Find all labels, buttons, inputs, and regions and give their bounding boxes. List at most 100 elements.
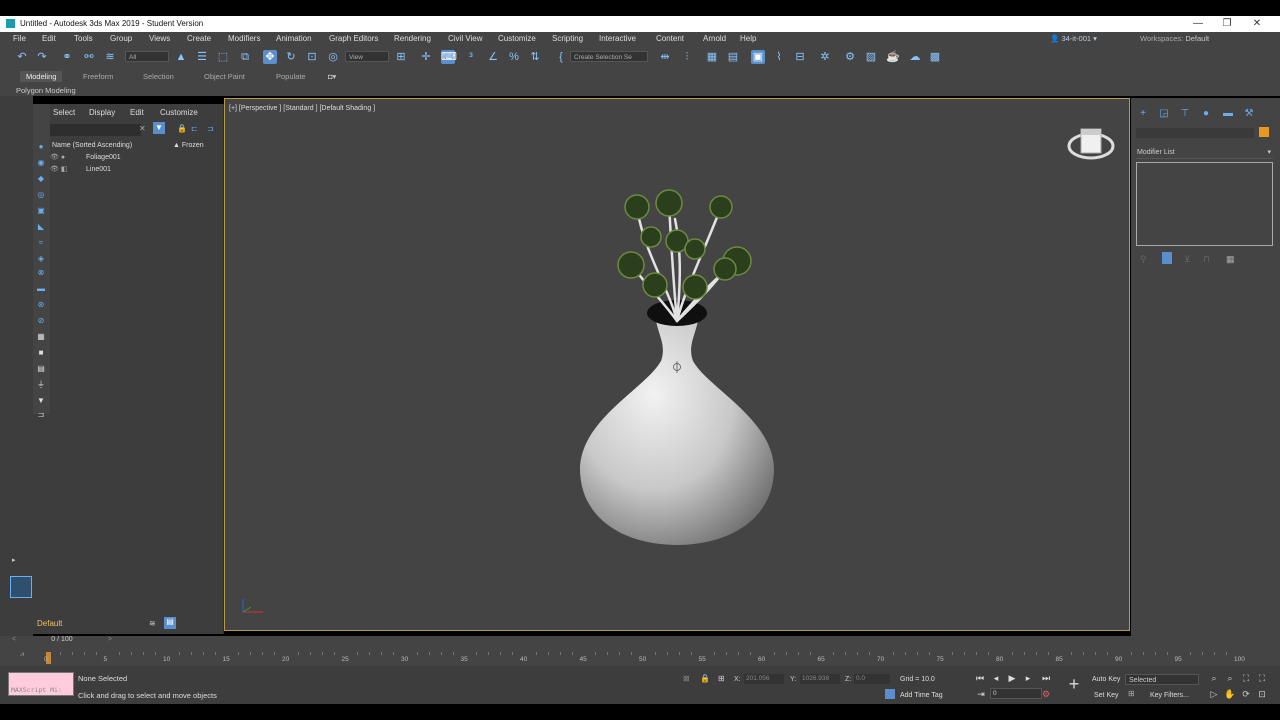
- menu-civil-view[interactable]: Civil View: [448, 34, 483, 43]
- key-mode-dropdown[interactable]: Selected: [1125, 674, 1199, 685]
- scene-row-line001[interactable]: 👁 ◧ Line001: [50, 165, 220, 176]
- material-editor-icon[interactable]: ✲: [818, 50, 832, 64]
- pivot-center-icon[interactable]: ⊞: [394, 50, 408, 64]
- display-containers-icon[interactable]: ⊛: [36, 300, 46, 310]
- schematic-view-icon[interactable]: ⊟: [793, 50, 807, 64]
- render-setup-icon[interactable]: ⚙: [843, 50, 857, 64]
- hierarchy-icon[interactable]: ⊏: [191, 124, 198, 133]
- menu-create[interactable]: Create: [187, 34, 211, 43]
- menu-animation[interactable]: Animation: [276, 34, 312, 43]
- track-bar[interactable]: 0 5 10 15 20 25 30 35 40 45 50 55 60 65 70 75 80 85 90 95 10…: [30, 650, 1250, 666]
- place-icon[interactable]: ◎: [326, 50, 340, 64]
- current-frame-field[interactable]: [990, 688, 1042, 699]
- edit-named-sets-icon[interactable]: {: [554, 50, 568, 64]
- create-tab-icon[interactable]: +: [1136, 108, 1150, 120]
- configure-sets-icon[interactable]: ▦: [1226, 254, 1235, 265]
- align-icon[interactable]: ⫶: [680, 50, 694, 64]
- toggle-scene-explorer-icon[interactable]: ▦: [705, 50, 719, 64]
- angle-snap-icon[interactable]: ∠: [486, 50, 500, 64]
- menu-file[interactable]: File: [13, 34, 26, 43]
- menu-customize[interactable]: Customize: [498, 34, 536, 43]
- layer-toggle-icon[interactable]: ▤: [164, 617, 176, 629]
- redo-icon[interactable]: ↷: [35, 50, 49, 64]
- manipulate-icon[interactable]: ✛: [419, 50, 433, 64]
- workspace-selector[interactable]: Workspaces: Default: [1140, 34, 1209, 43]
- ribbon-tab-populate[interactable]: Populate: [276, 72, 306, 81]
- ribbon-tab-freeform[interactable]: Freeform: [83, 72, 113, 81]
- prev-frame-icon[interactable]: <: [12, 636, 16, 643]
- time-tag-icon[interactable]: [885, 689, 895, 699]
- ribbon-tab-modeling[interactable]: Modeling: [20, 71, 63, 82]
- go-to-end-icon[interactable]: ⏭: [1040, 672, 1052, 684]
- clear-search-icon[interactable]: ✕: [139, 124, 146, 133]
- selection-filter-dropdown[interactable]: All: [125, 51, 169, 62]
- object-name-field[interactable]: [1136, 128, 1254, 138]
- se-tab-customize[interactable]: Customize: [160, 108, 198, 117]
- motion-tab-icon[interactable]: ●: [1199, 108, 1213, 120]
- z-coordinate-field[interactable]: 0.0: [854, 674, 890, 684]
- select-by-name-icon[interactable]: ☰: [195, 50, 209, 64]
- key-mode-icon[interactable]: ⇥: [975, 688, 987, 700]
- menu-modifiers[interactable]: Modifiers: [228, 34, 260, 43]
- toggle-layer-explorer-icon[interactable]: ▤: [726, 50, 740, 64]
- modifier-list-dropdown[interactable]: Modifier List ▾: [1136, 147, 1273, 159]
- menu-graph-editors[interactable]: Graph Editors: [329, 34, 378, 43]
- filter-funnel-icon[interactable]: ⏚: [36, 380, 46, 390]
- select-scale-icon[interactable]: ⊡: [305, 50, 319, 64]
- utilities-tab-icon[interactable]: ⚒: [1242, 108, 1256, 120]
- link-icon[interactable]: ⚭: [60, 50, 74, 64]
- display-groups-icon[interactable]: ◈: [36, 254, 46, 264]
- mirror-icon[interactable]: ⇹: [658, 50, 672, 64]
- menu-views[interactable]: Views: [149, 34, 170, 43]
- visibility-eye-icon[interactable]: 👁 ◧: [50, 165, 67, 173]
- menu-edit[interactable]: Edit: [42, 34, 56, 43]
- display-frozen-icon[interactable]: ⊘: [36, 316, 46, 326]
- remove-modifier-icon[interactable]: ⊓: [1203, 254, 1210, 265]
- visibility-eye-icon[interactable]: 👁 ●: [50, 153, 65, 161]
- percent-snap-icon[interactable]: %: [507, 50, 521, 64]
- filter-icon-2[interactable]: ▼: [36, 396, 46, 406]
- display-hidden-icon[interactable]: ■: [36, 348, 46, 358]
- set-key-button[interactable]: Set Key: [1094, 692, 1119, 699]
- ribbon-panel-label[interactable]: Polygon Modeling: [16, 86, 76, 95]
- modify-tab-icon[interactable]: ◲: [1157, 108, 1171, 120]
- restore-button[interactable]: ❐: [1219, 18, 1235, 29]
- display-cameras-icon[interactable]: ▣: [36, 206, 46, 216]
- mini-curve-editor-icon[interactable]: ⩘: [20, 651, 24, 659]
- zoom-extents-all-icon[interactable]: ⛶: [1256, 672, 1268, 684]
- pin-stack-icon[interactable]: ⚲: [1140, 254, 1147, 265]
- absolute-mode-icon[interactable]: ⊞: [718, 674, 725, 683]
- menu-interactive[interactable]: Interactive: [599, 34, 636, 43]
- viewcube[interactable]: [1065, 121, 1117, 165]
- render-production-icon[interactable]: ☕: [886, 50, 900, 64]
- curve-editor-icon[interactable]: ⌇: [772, 50, 786, 64]
- zoom-icon[interactable]: ⌕: [1208, 672, 1220, 684]
- spinner-snap-icon[interactable]: ⇅: [528, 50, 542, 64]
- zoom-extents-icon[interactable]: ⛶: [1240, 672, 1252, 684]
- expand-arrow-icon[interactable]: ▸: [12, 556, 22, 566]
- next-frame-icon[interactable]: >: [108, 636, 112, 643]
- ref-coord-dropdown[interactable]: View: [345, 51, 389, 62]
- play-icon[interactable]: ▶: [1006, 672, 1018, 684]
- render-cloud-icon[interactable]: ☁: [908, 50, 922, 64]
- menu-help[interactable]: Help: [740, 34, 756, 43]
- menu-tools[interactable]: Tools: [74, 34, 93, 43]
- menu-scripting[interactable]: Scripting: [552, 34, 583, 43]
- rect-selection-icon[interactable]: ⬚: [216, 50, 230, 64]
- se-tab-display[interactable]: Display: [89, 108, 115, 117]
- se-tab-edit[interactable]: Edit: [130, 108, 144, 117]
- named-selection-dropdown[interactable]: Create Selection Se: [570, 51, 648, 62]
- prev-key-icon[interactable]: ◂: [990, 672, 1002, 684]
- vase[interactable]: [580, 300, 774, 545]
- ribbon-tab-selection[interactable]: Selection: [143, 72, 174, 81]
- isolate-icon[interactable]: ⊠: [683, 674, 690, 683]
- menu-arnold[interactable]: Arnold: [703, 34, 726, 43]
- display-shapes-icon[interactable]: ◆: [36, 174, 46, 184]
- key-filters-button[interactable]: Key Filters...: [1150, 692, 1189, 699]
- toggle-ribbon-icon[interactable]: ▣: [751, 50, 765, 64]
- select-rotate-icon[interactable]: ↻: [284, 50, 298, 64]
- add-time-tag[interactable]: Add Time Tag: [900, 692, 943, 699]
- display-lights-icon[interactable]: ◎: [36, 190, 46, 200]
- scene-row-foliage001[interactable]: 👁 ● Foliage001: [50, 153, 220, 164]
- next-key-icon[interactable]: ▸: [1022, 672, 1034, 684]
